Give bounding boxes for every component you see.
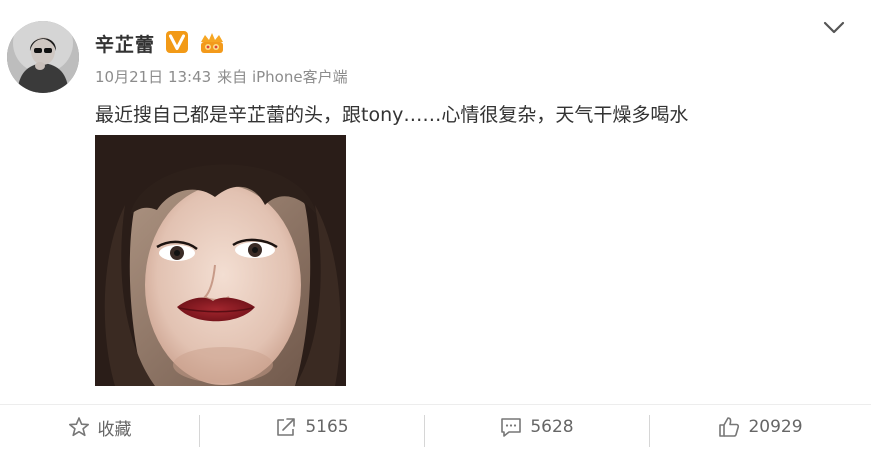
weibo-post-card: 辛芷蕾 10月21日 13:43 来自 iPhone客户端 最近搜自己都是辛芷蕾的… <box>0 0 871 449</box>
like-button[interactable]: 20929 <box>650 405 871 449</box>
vip-crown-icon[interactable] <box>198 30 226 56</box>
comment-bubble-icon <box>501 418 522 437</box>
comment-button[interactable]: 5628 <box>425 405 649 449</box>
thumbs-up-icon <box>719 417 740 437</box>
avatar-portrait <box>7 21 79 93</box>
chevron-down-icon[interactable] <box>822 18 846 38</box>
like-count: 20929 <box>748 417 803 437</box>
repost-button[interactable]: 5165 <box>200 405 424 449</box>
favorite-label: 收藏 <box>97 419 132 440</box>
username[interactable]: 辛芷蕾 <box>95 30 155 57</box>
star-icon <box>68 417 89 437</box>
repost-count: 5165 <box>305 417 349 437</box>
share-arrow-icon <box>277 418 296 436</box>
avatar[interactable] <box>7 21 79 93</box>
post-image-selfie <box>95 135 346 386</box>
post-time[interactable]: 10月21日 13:43 <box>95 68 211 86</box>
post-image[interactable] <box>95 135 346 386</box>
post-text: 最近搜自己都是辛芷蕾的头，跟tony……心情很复杂，天气干燥多喝水 <box>95 104 689 126</box>
post-source: 来自 iPhone客户端 <box>217 68 348 86</box>
favorite-button[interactable]: 收藏 <box>0 405 199 449</box>
comment-count: 5628 <box>530 417 574 437</box>
verified-v-icon <box>166 31 188 53</box>
post-meta: 10月21日 13:43 来自 iPhone客户端 <box>95 66 348 87</box>
